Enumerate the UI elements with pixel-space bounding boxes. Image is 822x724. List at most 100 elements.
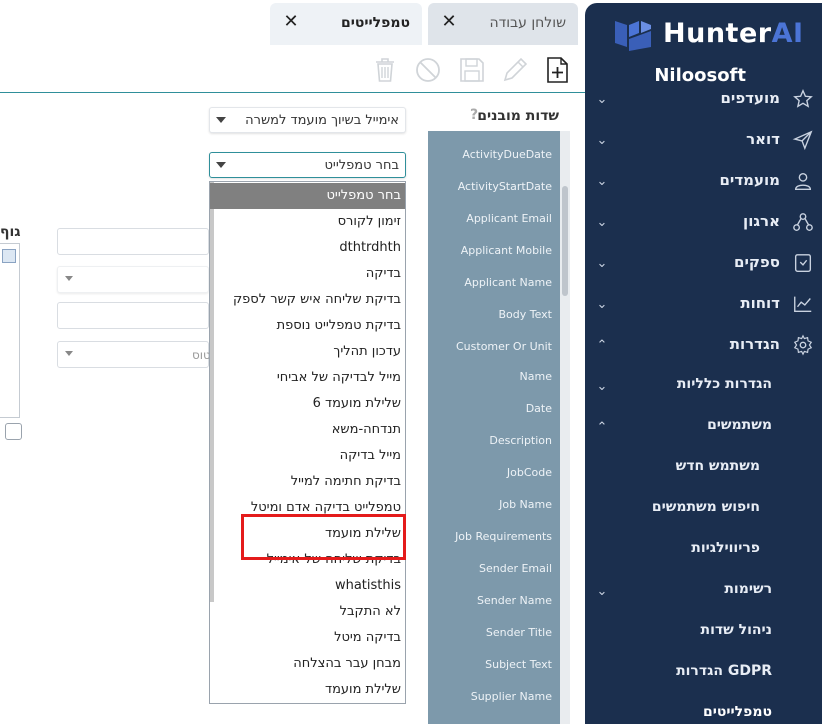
dropdown-option[interactable]: מייל בדיקה <box>210 443 405 469</box>
field-item[interactable]: Body Text <box>498 308 552 321</box>
cancel-icon[interactable] <box>412 54 444 86</box>
sidebar-item-settings[interactable]: ⌃ הגדרות <box>585 329 822 370</box>
sidebar-item-mail[interactable]: ⌄ דואר <box>585 124 822 165</box>
fields-scrollbar[interactable] <box>560 131 570 724</box>
chevron-down-icon: ⌄ <box>596 174 608 189</box>
sidebar-item-candidates[interactable]: ⌄ מועמדים <box>585 165 822 206</box>
sidebar-item-users[interactable]: ⌃ משתמשים <box>585 411 822 452</box>
sidebar-item-templates[interactable]: טמפלייטים <box>585 698 822 724</box>
tab-dashboard[interactable]: שולחן עבודה ✕ <box>428 3 578 45</box>
delete-icon[interactable] <box>369 54 401 86</box>
sidebar-item-search-users[interactable]: חיפוש משתמשים <box>585 493 822 534</box>
sidebar-item-favorites[interactable]: ⌄ מועדפים <box>585 83 822 124</box>
sidebar-item-reports[interactable]: ⌄ דוחות <box>585 288 822 329</box>
chevron-down-icon <box>216 162 226 168</box>
field-item[interactable]: Sender Email <box>479 562 552 575</box>
logo-mark-icon <box>615 21 651 51</box>
tab-templates[interactable]: טמפלייטים ✕ <box>270 3 422 45</box>
sidebar: HunterAI Niloosoft ⌄ מועדפים ⌄ דואר ⌄ מו… <box>585 3 822 724</box>
new-document-icon[interactable] <box>541 54 573 86</box>
field-item[interactable]: Job Name <box>499 498 552 511</box>
chevron-down-icon: ⌄ <box>596 297 608 312</box>
field-item[interactable]: JobCode <box>507 466 552 479</box>
chevron-down-icon: ⌄ <box>596 379 608 394</box>
field-item[interactable]: Applicant Name <box>464 276 552 289</box>
dropdown-option[interactable]: בדיקת חתימה למייל <box>210 469 405 495</box>
field-item[interactable]: Sender Name <box>477 594 552 607</box>
subject-input[interactable] <box>57 228 209 255</box>
dropdown-option[interactable]: whatisthis <box>210 573 405 599</box>
sidebar-item-general-settings[interactable]: ⌄ הגדרות כלליות <box>585 370 822 411</box>
chevron-down-icon: ⌄ <box>596 92 608 107</box>
chevron-down-icon <box>65 351 73 356</box>
highlight-box <box>241 514 406 560</box>
status-select[interactable]: טוס <box>57 341 211 368</box>
dropdown-option[interactable]: שלילת מועמד <box>210 677 405 703</box>
chevron-down-icon: ⌄ <box>596 584 608 599</box>
sidebar-item-suppliers[interactable]: ⌄ ספקים <box>585 247 822 288</box>
star-icon <box>793 89 813 108</box>
close-icon[interactable]: ✕ <box>280 11 302 33</box>
gear-icon <box>793 334 813 356</box>
dropdown-option[interactable]: עדכון תהליך <box>210 339 405 365</box>
field-item[interactable]: Job Requirements <box>455 530 552 543</box>
dropdown-option[interactable]: בדיקת שליחה איש קשר לספק <box>210 287 405 313</box>
fields-list: ActivityDueDate ActivityStartDate Applic… <box>428 131 560 724</box>
dropdown-option[interactable]: תנדחה-משא <box>210 417 405 443</box>
chevron-down-icon: ⌄ <box>596 215 608 230</box>
chevron-down-icon: ⌄ <box>596 256 608 271</box>
sidebar-item-privileges[interactable]: פריווילגיות <box>585 534 822 575</box>
built-in-fields-title: שדות מובנים <box>477 108 559 124</box>
dropdown-option[interactable]: בדיקה <box>210 261 405 287</box>
dropdown-option[interactable]: dthtrdhth <box>210 235 405 261</box>
user-icon <box>794 172 812 190</box>
chevron-up-icon: ⌃ <box>596 338 608 353</box>
sidebar-item-gdpr-settings[interactable]: הגדרות GDPR <box>585 657 822 698</box>
field-item[interactable]: Applicant Mobile <box>461 244 552 257</box>
dropdown-option[interactable]: שלילת מועמד 6 <box>210 391 405 417</box>
field-item[interactable]: ActivityDueDate <box>462 148 552 161</box>
dropdown-option[interactable]: בחר טמפלייט <box>210 183 405 209</box>
sidebar-item-field-management[interactable]: ניהול שדות <box>585 616 822 657</box>
org-icon <box>793 213 813 231</box>
name-input[interactable] <box>57 302 209 329</box>
supplier-icon <box>794 254 812 272</box>
dropdown-option[interactable]: מבחן עבר בהצלחה <box>210 651 405 677</box>
chart-icon <box>794 296 812 313</box>
sidebar-item-new-user[interactable]: משתמש חדש <box>585 452 822 493</box>
dropdown-option[interactable]: זימון לקורס <box>210 209 405 235</box>
sidebar-item-organization[interactable]: ⌄ ארגון <box>585 206 822 247</box>
sidebar-item-lists[interactable]: ⌄ רשימות <box>585 575 822 616</box>
editor-toolbar-icon[interactable] <box>2 249 16 263</box>
field-item[interactable]: Applicant Email <box>466 212 552 225</box>
chevron-down-icon <box>216 117 226 123</box>
dropdown-option[interactable]: מייל לבדיקה של אביחי <box>210 365 405 391</box>
email-type-select[interactable]: אימייל בשיוך מועמד למשרה <box>209 107 406 133</box>
field-item[interactable]: Name <box>520 370 552 383</box>
field-item[interactable]: Description <box>489 434 552 447</box>
template-select[interactable]: בחר טמפלייט <box>209 152 406 178</box>
edit-icon[interactable] <box>499 54 531 86</box>
field-item[interactable]: Subject Text <box>485 658 552 671</box>
field-item[interactable]: Date <box>526 402 552 415</box>
scrollbar-thumb[interactable] <box>562 186 568 296</box>
field-item[interactable]: Sender Title <box>486 626 552 639</box>
field-item[interactable]: Supplier Name <box>471 690 552 703</box>
close-icon[interactable]: ✕ <box>438 11 460 33</box>
help-icon[interactable]: ? <box>470 107 478 123</box>
chevron-up-icon: ⌃ <box>596 420 608 435</box>
dropdown-option[interactable]: לא התקבל <box>210 599 405 625</box>
save-icon[interactable] <box>456 54 488 86</box>
field-item[interactable]: ActivityStartDate <box>458 180 552 193</box>
send-icon <box>792 130 813 151</box>
checkbox[interactable] <box>5 423 22 440</box>
hunterai-logo: HunterAI <box>613 17 813 57</box>
body-label: גוף <box>0 224 21 240</box>
dropdown-option[interactable]: בדיקה מיטל <box>210 625 405 651</box>
field-item[interactable]: Customer Or Unit <box>456 340 552 353</box>
type-select[interactable] <box>57 266 209 293</box>
toolbar-divider <box>0 92 585 93</box>
toolbar <box>360 54 575 86</box>
dropdown-option[interactable]: בדיקת טמפלייט נוספת <box>210 313 405 339</box>
body-editor[interactable] <box>0 243 20 418</box>
